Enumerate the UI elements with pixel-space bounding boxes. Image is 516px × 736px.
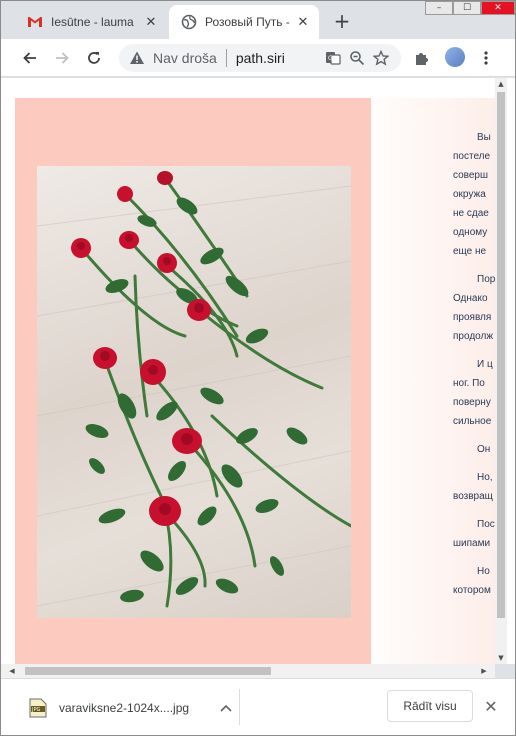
tab-title: Розовый Путь - [205,15,290,29]
browser-window: Iesūtne - lauma ✕ Розовый Путь - ✕ + – ☐… [0,0,516,736]
address-bar[interactable]: Nav droša path.siri G [119,44,401,72]
url-text[interactable]: path.siri [236,50,321,66]
bookmark-star-icon[interactable] [369,47,393,69]
omnibox-divider [225,49,227,67]
scroll-left-arrow-icon[interactable]: ◀ [5,664,19,678]
scroll-up-arrow-icon[interactable]: ▲ [495,78,507,90]
tab-gmail[interactable]: Iesūtne - lauma ✕ [15,5,167,39]
close-icon[interactable]: ✕ [143,14,159,30]
close-icon[interactable]: ✕ [295,14,311,30]
warning-icon[interactable] [129,50,145,66]
svg-text:JPG: JPG [31,707,40,713]
extensions-button[interactable] [411,47,433,69]
tab-title: Iesūtne - lauma [51,15,134,29]
image-panel [15,98,371,664]
article-paragraph: Но котором [453,566,491,596]
article-paragraph: Пор Однако проявля продолж [453,274,496,342]
article-text: Вы постеле соверш окружа не сдае одному … [453,128,495,609]
article-panel: Вы постеле соверш окружа не сдае одному … [371,98,495,664]
window-close-button[interactable]: ✕ [481,1,515,15]
reload-button[interactable] [83,47,105,69]
vertical-scroll-thumb[interactable] [497,92,505,618]
tab-rozovyi-put[interactable]: Розовый Путь - ✕ [169,5,319,39]
article-paragraph: Вы постеле соверш окружа не сдае одному … [453,132,491,257]
puzzle-icon [416,53,428,65]
download-file-name[interactable]: varaviksne2-1024x....jpg [59,701,215,715]
scroll-down-arrow-icon[interactable]: ▼ [495,652,507,664]
back-button[interactable] [19,47,41,69]
forward-arrow-icon [56,52,69,64]
close-icon[interactable]: ✕ [481,696,501,716]
download-item[interactable]: JPG varaviksne2-1024x....jpg [19,693,237,723]
horizontal-scrollbar[interactable]: ◀ ▶ [1,664,495,678]
roses-photo[interactable] [37,166,351,618]
minimize-button[interactable]: – [425,1,453,15]
translate-icon[interactable]: G [321,47,345,69]
article-paragraph: Он [477,444,491,455]
new-tab-button[interactable]: + [331,11,353,33]
vertical-scrollbar[interactable]: ▲ ▼ [495,78,507,664]
back-arrow-icon [23,52,36,64]
jpg-file-icon: JPG [29,698,47,718]
kebab-menu-icon [484,51,488,65]
scroll-right-arrow-icon[interactable]: ▶ [477,664,491,678]
window-controls: – ☐ ✕ [425,1,515,15]
chevron-up-icon[interactable] [215,698,237,718]
download-divider [239,689,240,725]
article-paragraph: Но, возвращ [453,472,493,502]
download-shelf: JPG varaviksne2-1024x....jpg Rādīt visu … [1,678,515,735]
zoom-icon[interactable] [345,47,369,69]
article-paragraph: И ц ног. По поверну сильное [453,359,493,427]
show-all-button[interactable]: Rādīt visu [387,690,473,722]
horizontal-scroll-thumb[interactable] [25,667,271,675]
security-label[interactable]: Nav droša [153,50,217,66]
globe-icon [181,14,197,30]
article-paragraph: Пос шипами [453,519,495,549]
page-viewport: Вы постеле соверш окружа не сдае одному … [1,78,515,664]
gmail-icon [28,17,42,27]
profile-avatar[interactable] [445,47,465,67]
roses-illustration [37,171,351,608]
svg-text:G: G [328,55,333,62]
browser-toolbar: Nav droša path.siri G [1,39,515,77]
menu-button[interactable] [475,47,497,69]
maximize-button[interactable]: ☐ [453,1,481,15]
forward-button[interactable] [51,47,73,69]
reload-icon [88,52,100,64]
